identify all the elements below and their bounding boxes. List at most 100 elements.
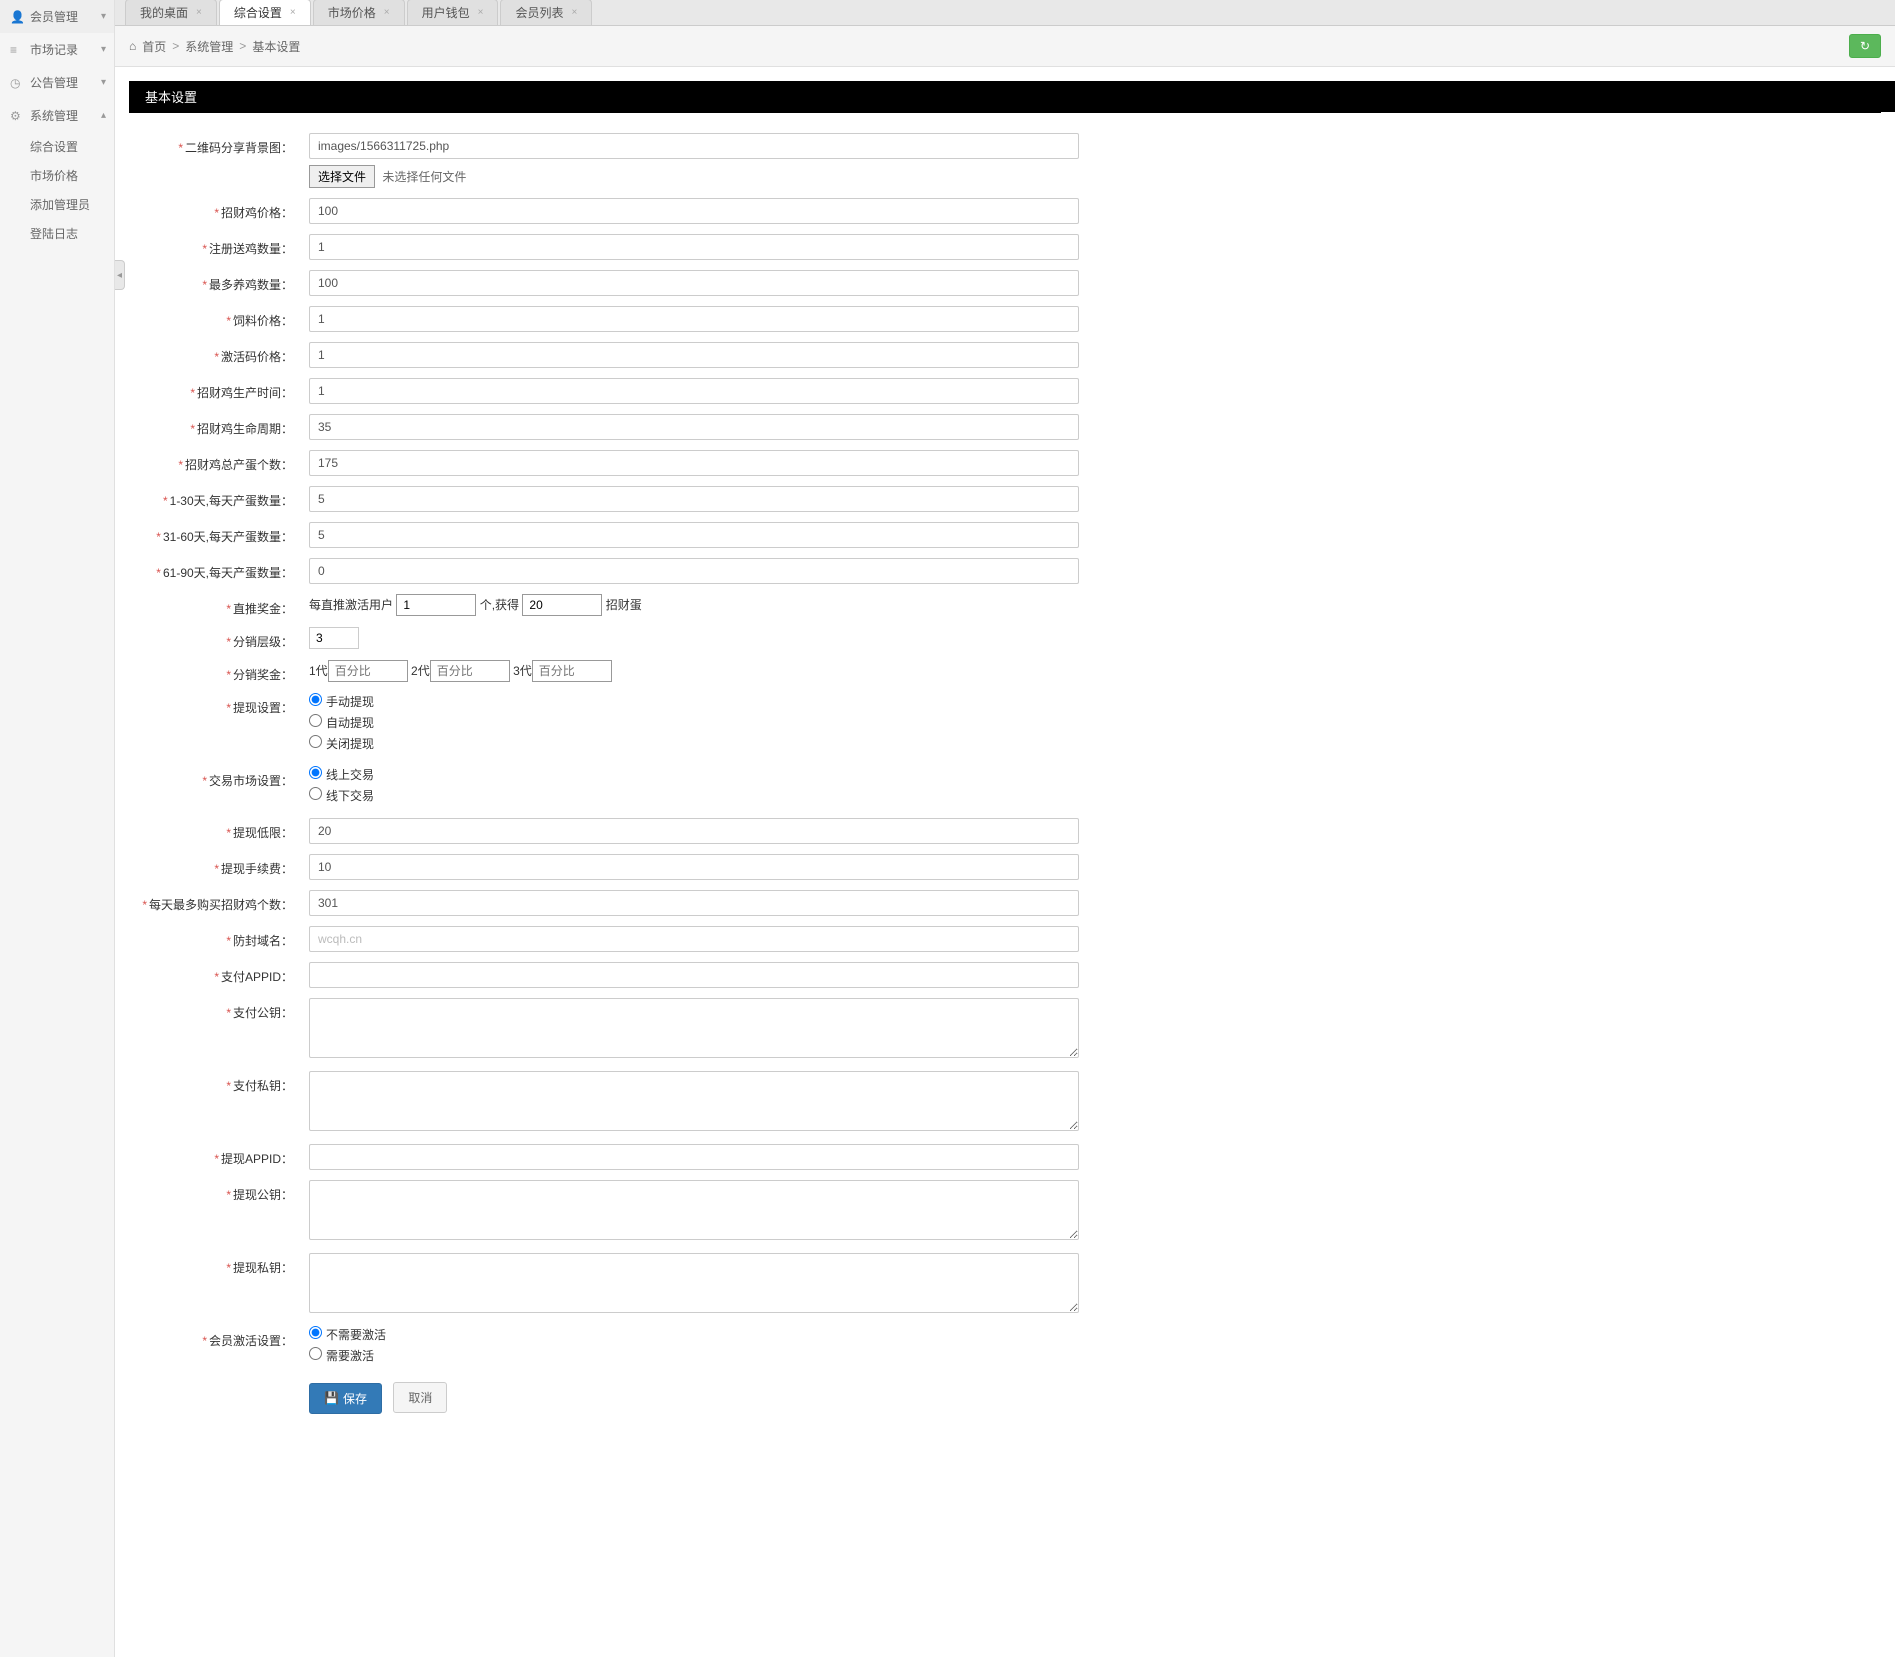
act-not-required[interactable]: 不需要激活 [309,1326,1079,1343]
withdraw-auto[interactable]: 自动提现 [309,714,1079,731]
sidebar-submenu: 综合设置 市场价格 添加管理员 登陆日志 [0,132,114,248]
tab-wallet[interactable]: 用户钱包× [407,0,499,25]
withdraw-off[interactable]: 关闭提现 [309,735,1079,752]
label-feed-price: *饲料价格： [129,306,309,329]
label-eggs-61-90: *61-90天,每天产蛋数量： [129,558,309,581]
withdraw-fee-input[interactable] [309,854,1079,880]
sidebar-item-label: 公告管理 [30,74,78,91]
chevron-down-icon: ▾ [101,44,106,55]
label-wd-pubkey: *提现公钥： [129,1180,309,1203]
withdraw-manual[interactable]: 手动提现 [309,693,1079,710]
label-eggs-1-30: *1-30天,每天产蛋数量： [129,486,309,509]
label-pay-appid: *支付APPID： [129,962,309,985]
close-icon[interactable]: × [384,7,390,18]
label-act-code: *激活码价格： [129,342,309,365]
total-eggs-input[interactable] [309,450,1079,476]
domain-input[interactable] [309,926,1079,952]
gear-icon: ⚙ [10,109,24,123]
save-icon: 💾 [324,1391,339,1405]
label-member-act: *会员激活设置： [129,1326,309,1349]
tab-desktop[interactable]: 我的桌面× [125,0,217,25]
sidebar-item-label: 市场记录 [30,41,78,58]
tab-members[interactable]: 会员列表× [500,0,592,25]
max-buy-input[interactable] [309,890,1079,916]
tab-settings[interactable]: 综合设置× [219,0,311,25]
sidebar-item-system[interactable]: ⚙ 系统管理 ▴ [0,99,114,132]
breadcrumb-home[interactable]: 首页 [142,38,166,55]
wd-appid-input[interactable] [309,1144,1079,1170]
label-direct-bonus: *直推奖金： [129,594,309,617]
sidebar-sub-log[interactable]: 登陆日志 [20,219,114,248]
trade-offline[interactable]: 线下交易 [309,787,1079,804]
sidebar-item-announce[interactable]: ◷ 公告管理 ▾ [0,66,114,99]
cancel-button[interactable]: 取消 [393,1382,447,1413]
max-qty-input[interactable] [309,270,1079,296]
gen2-input[interactable] [430,660,510,682]
feed-price-input[interactable] [309,306,1079,332]
dist-levels-input[interactable] [309,627,359,649]
close-icon[interactable]: × [196,7,202,18]
clock-icon: ◷ [10,76,24,90]
close-icon[interactable]: × [290,7,296,18]
choose-file-button[interactable]: 选择文件 [309,165,375,188]
sidebar-item-member[interactable]: 👤 会员管理 ▾ [0,0,114,33]
main-content: 我的桌面× 综合设置× 市场价格× 用户钱包× 会员列表× ⌂ 首页 > 系统管… [115,0,1895,1657]
label-domain: *防封域名： [129,926,309,949]
breadcrumb-l1[interactable]: 系统管理 [185,38,233,55]
act-code-input[interactable] [309,342,1079,368]
eggs-1-30-input[interactable] [309,486,1079,512]
section-title: 基本设置 [129,81,1895,112]
breadcrumb-l2: 基本设置 [252,38,300,55]
direct-user-input[interactable] [396,594,476,616]
pay-pubkey-input[interactable] [309,998,1079,1058]
qr-bg-input[interactable] [309,133,1079,159]
home-icon: ⌂ [129,39,136,53]
close-icon[interactable]: × [571,7,577,18]
label-max-qty: *最多养鸡数量： [129,270,309,293]
withdraw-min-input[interactable] [309,818,1079,844]
life-cycle-input[interactable] [309,414,1079,440]
settings-form: *二维码分享背景图： 选择文件 未选择任何文件 *招财鸡价格： *注册送鸡数量：… [115,133,1895,1444]
label-life-cycle: *招财鸡生命周期： [129,414,309,437]
close-icon[interactable]: × [478,7,484,18]
wd-privkey-input[interactable] [309,1253,1079,1313]
act-required[interactable]: 需要激活 [309,1347,1079,1364]
sidebar-collapse-handle[interactable]: ◂ [115,260,125,290]
eggs-61-90-input[interactable] [309,558,1079,584]
label-dist-bonus: *分销奖金： [129,660,309,683]
gen3-input[interactable] [532,660,612,682]
sidebar-sub-admin[interactable]: 添加管理员 [20,190,114,219]
sidebar-sub-price[interactable]: 市场价格 [20,161,114,190]
pay-privkey-input[interactable] [309,1071,1079,1131]
sidebar-sub-settings[interactable]: 综合设置 [20,132,114,161]
eggs-31-60-input[interactable] [309,522,1079,548]
reg-qty-input[interactable] [309,234,1079,260]
gen1-input[interactable] [328,660,408,682]
sidebar-item-market[interactable]: ≡ 市场记录 ▾ [0,33,114,66]
sidebar-item-label: 系统管理 [30,107,78,124]
label-total-eggs: *招财鸡总产蛋个数： [129,450,309,473]
label-dist-levels: *分销层级： [129,627,309,650]
tab-price[interactable]: 市场价格× [313,0,405,25]
price-input[interactable] [309,198,1079,224]
refresh-icon: ↻ [1860,39,1870,53]
tab-bar: 我的桌面× 综合设置× 市场价格× 用户钱包× 会员列表× [115,0,1895,26]
label-eggs-31-60: *31-60天,每天产蛋数量： [129,522,309,545]
direct-get-input[interactable] [522,594,602,616]
save-button[interactable]: 💾保存 [309,1383,382,1414]
label-reg-qty: *注册送鸡数量： [129,234,309,257]
label-withdraw-min: *提现低限： [129,818,309,841]
chevron-down-icon: ▾ [101,77,106,88]
pay-appid-input[interactable] [309,962,1079,988]
breadcrumb: ⌂ 首页 > 系统管理 > 基本设置 [129,38,300,55]
user-icon: 👤 [10,10,24,24]
label-pay-pubkey: *支付公钥： [129,998,309,1021]
refresh-button[interactable]: ↻ [1849,34,1881,58]
sidebar-item-label: 会员管理 [30,8,78,25]
label-wd-privkey: *提现私钥： [129,1253,309,1276]
wd-pubkey-input[interactable] [309,1180,1079,1240]
list-icon: ≡ [10,43,24,57]
label-prod-time: *招财鸡生产时间： [129,378,309,401]
prod-time-input[interactable] [309,378,1079,404]
trade-online[interactable]: 线上交易 [309,766,1079,783]
